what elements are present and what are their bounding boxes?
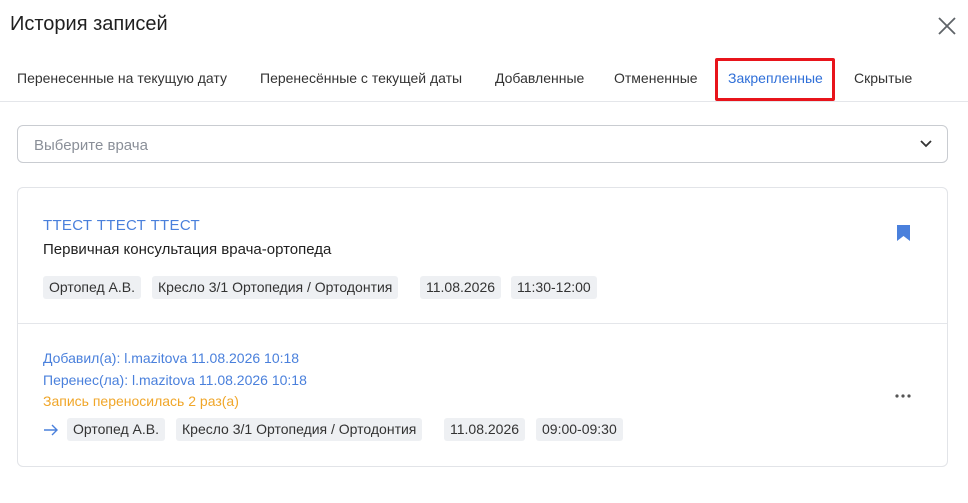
history-added: Добавил(а): l.mazitova 11.08.2026 10:18 bbox=[43, 350, 300, 366]
tab-added[interactable]: Добавленные bbox=[495, 70, 584, 86]
tab-pinned[interactable]: Закрепленные bbox=[728, 70, 823, 86]
previous-doctor-tag: Ортопед А.В. bbox=[67, 418, 165, 441]
patient-name-link[interactable]: ТТЕСТ ТТЕСТ ТТЕСТ bbox=[43, 217, 200, 234]
tab-moved-from-current-date[interactable]: Перенесённые с текущей даты bbox=[260, 70, 462, 86]
date-tag: 11.08.2026 bbox=[420, 276, 502, 299]
previous-time-tag: 09:00-09:30 bbox=[536, 418, 623, 441]
close-icon[interactable] bbox=[936, 15, 958, 37]
bookmark-icon[interactable] bbox=[897, 225, 910, 241]
tab-moved-to-current-date[interactable]: Перенесенные на текущую дату bbox=[17, 70, 227, 86]
time-tag: 11:30-12:00 bbox=[511, 276, 597, 299]
tab-bar: Перенесенные на текущую дату Перенесённы… bbox=[0, 56, 968, 102]
more-horizontal-icon[interactable] bbox=[893, 392, 913, 400]
doctor-select-placeholder: Выберите врача bbox=[34, 137, 148, 154]
history-moved: Перенес(ла): l.mazitova 11.08.2026 10:18 bbox=[43, 372, 307, 388]
chair-tag: Кресло 3/1 Ортопедия / Ортодонтия bbox=[152, 276, 399, 299]
previous-date-tag: 11.08.2026 bbox=[444, 418, 526, 441]
card-divider bbox=[18, 323, 947, 324]
previous-chair-tag: Кресло 3/1 Ортопедия / Ортодонтия bbox=[176, 418, 423, 441]
tab-hidden[interactable]: Скрытые bbox=[854, 70, 912, 86]
doctor-tag: Ортопед А.В. bbox=[43, 276, 141, 299]
history-moved-count: Запись переносилась 2 раз(а) bbox=[43, 393, 239, 409]
modal-title: История записей bbox=[10, 13, 168, 35]
chevron-down-icon bbox=[920, 140, 932, 148]
tab-cancelled[interactable]: Отмененные bbox=[614, 70, 698, 86]
service-name: Первичная консультация врача-ортопеда bbox=[43, 241, 332, 258]
arrow-right-icon bbox=[44, 424, 58, 436]
modal-header: История записей bbox=[0, 0, 968, 52]
doctor-select[interactable]: Выберите врача bbox=[17, 125, 948, 163]
record-card: ТТЕСТ ТТЕСТ ТТЕСТ Первичная консультация… bbox=[17, 187, 948, 467]
